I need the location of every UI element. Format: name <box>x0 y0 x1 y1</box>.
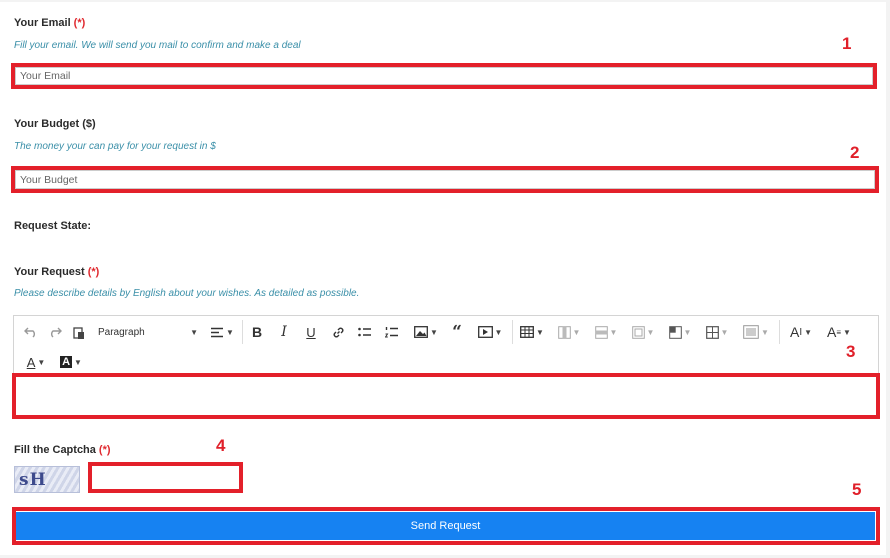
font-color-icon[interactable]: A ▼ <box>22 351 50 373</box>
annotation-3: 3 <box>846 342 856 361</box>
paste-icon[interactable] <box>70 321 86 343</box>
quote-icon[interactable]: “ <box>448 321 466 343</box>
request-label: Your Request (*) <box>14 266 100 278</box>
annotation-4: 4 <box>216 436 226 455</box>
paragraph-select-value: Paragraph <box>98 326 145 338</box>
row-icon[interactable]: ▼ <box>591 321 621 343</box>
email-input[interactable]: Your Email <box>15 67 873 85</box>
annotation-5: 5 <box>852 480 862 499</box>
font-size-icon[interactable]: A I ▼ <box>784 321 818 343</box>
table-icon[interactable]: ▼ <box>517 321 547 343</box>
cell-properties-icon[interactable]: ▼ <box>665 321 695 343</box>
required-marker: (*) <box>98 444 111 456</box>
toolbar-divider <box>242 320 243 344</box>
captcha-image-text: sH <box>19 469 47 490</box>
image-icon[interactable]: ▼ <box>411 321 441 343</box>
email-label: Your Email (*) <box>14 17 86 29</box>
budget-hint: The money your can pay for your request … <box>14 141 216 152</box>
column-icon[interactable]: ▼ <box>554 321 584 343</box>
required-marker: (*) <box>73 17 86 29</box>
undo-icon[interactable] <box>22 321 40 343</box>
cell-background-icon[interactable]: ▼ <box>739 321 773 343</box>
required-marker: (*) <box>87 266 100 278</box>
annotation-1: 1 <box>842 34 852 53</box>
editor-toolbar: Paragraph ▼ ▼ B I U ▼ “ ▼ ▼ ▼ ▼ ▼ ▼ ▼ ▼ <box>13 315 879 375</box>
numbered-list-icon[interactable] <box>383 321 401 343</box>
table-properties-icon[interactable]: ▼ <box>702 321 732 343</box>
bold-icon[interactable]: B <box>248 321 266 343</box>
send-request-button[interactable]: Send Request <box>16 512 875 540</box>
chevron-down-icon: ▼ <box>190 327 198 337</box>
align-icon[interactable]: ▼ <box>207 321 237 343</box>
captcha-label: Fill the Captcha (*) <box>14 444 111 456</box>
underline-icon[interactable]: U <box>302 321 320 343</box>
font-background-icon[interactable]: A ▼ <box>56 351 86 373</box>
captcha-input[interactable] <box>92 466 239 489</box>
link-icon[interactable] <box>329 321 347 343</box>
bullet-list-icon[interactable] <box>356 321 374 343</box>
budget-label: Your Budget ($) <box>14 118 96 130</box>
budget-input[interactable]: Your Budget <box>15 170 875 189</box>
paragraph-select[interactable]: Paragraph ▼ <box>98 321 198 343</box>
italic-icon[interactable]: I <box>275 321 293 343</box>
toolbar-divider <box>779 320 780 344</box>
email-hint: Fill your email. We will send you mail t… <box>14 40 301 51</box>
redo-icon[interactable] <box>46 321 64 343</box>
send-request-label: Send Request <box>410 520 481 532</box>
annotation-2: 2 <box>850 143 860 162</box>
captcha-image: sH <box>14 466 80 493</box>
budget-placeholder: Your Budget <box>20 173 78 186</box>
toolbar-divider <box>512 320 513 344</box>
email-placeholder: Your Email <box>20 70 71 82</box>
text-style-icon[interactable]: A ≡ ▼ <box>824 321 854 343</box>
request-hint: Please describe details by English about… <box>14 288 360 299</box>
request-state-label: Request State: <box>14 220 92 232</box>
request-editor[interactable] <box>16 377 876 415</box>
merge-cells-icon[interactable]: ▼ <box>628 321 658 343</box>
media-icon[interactable]: ▼ <box>474 321 506 343</box>
